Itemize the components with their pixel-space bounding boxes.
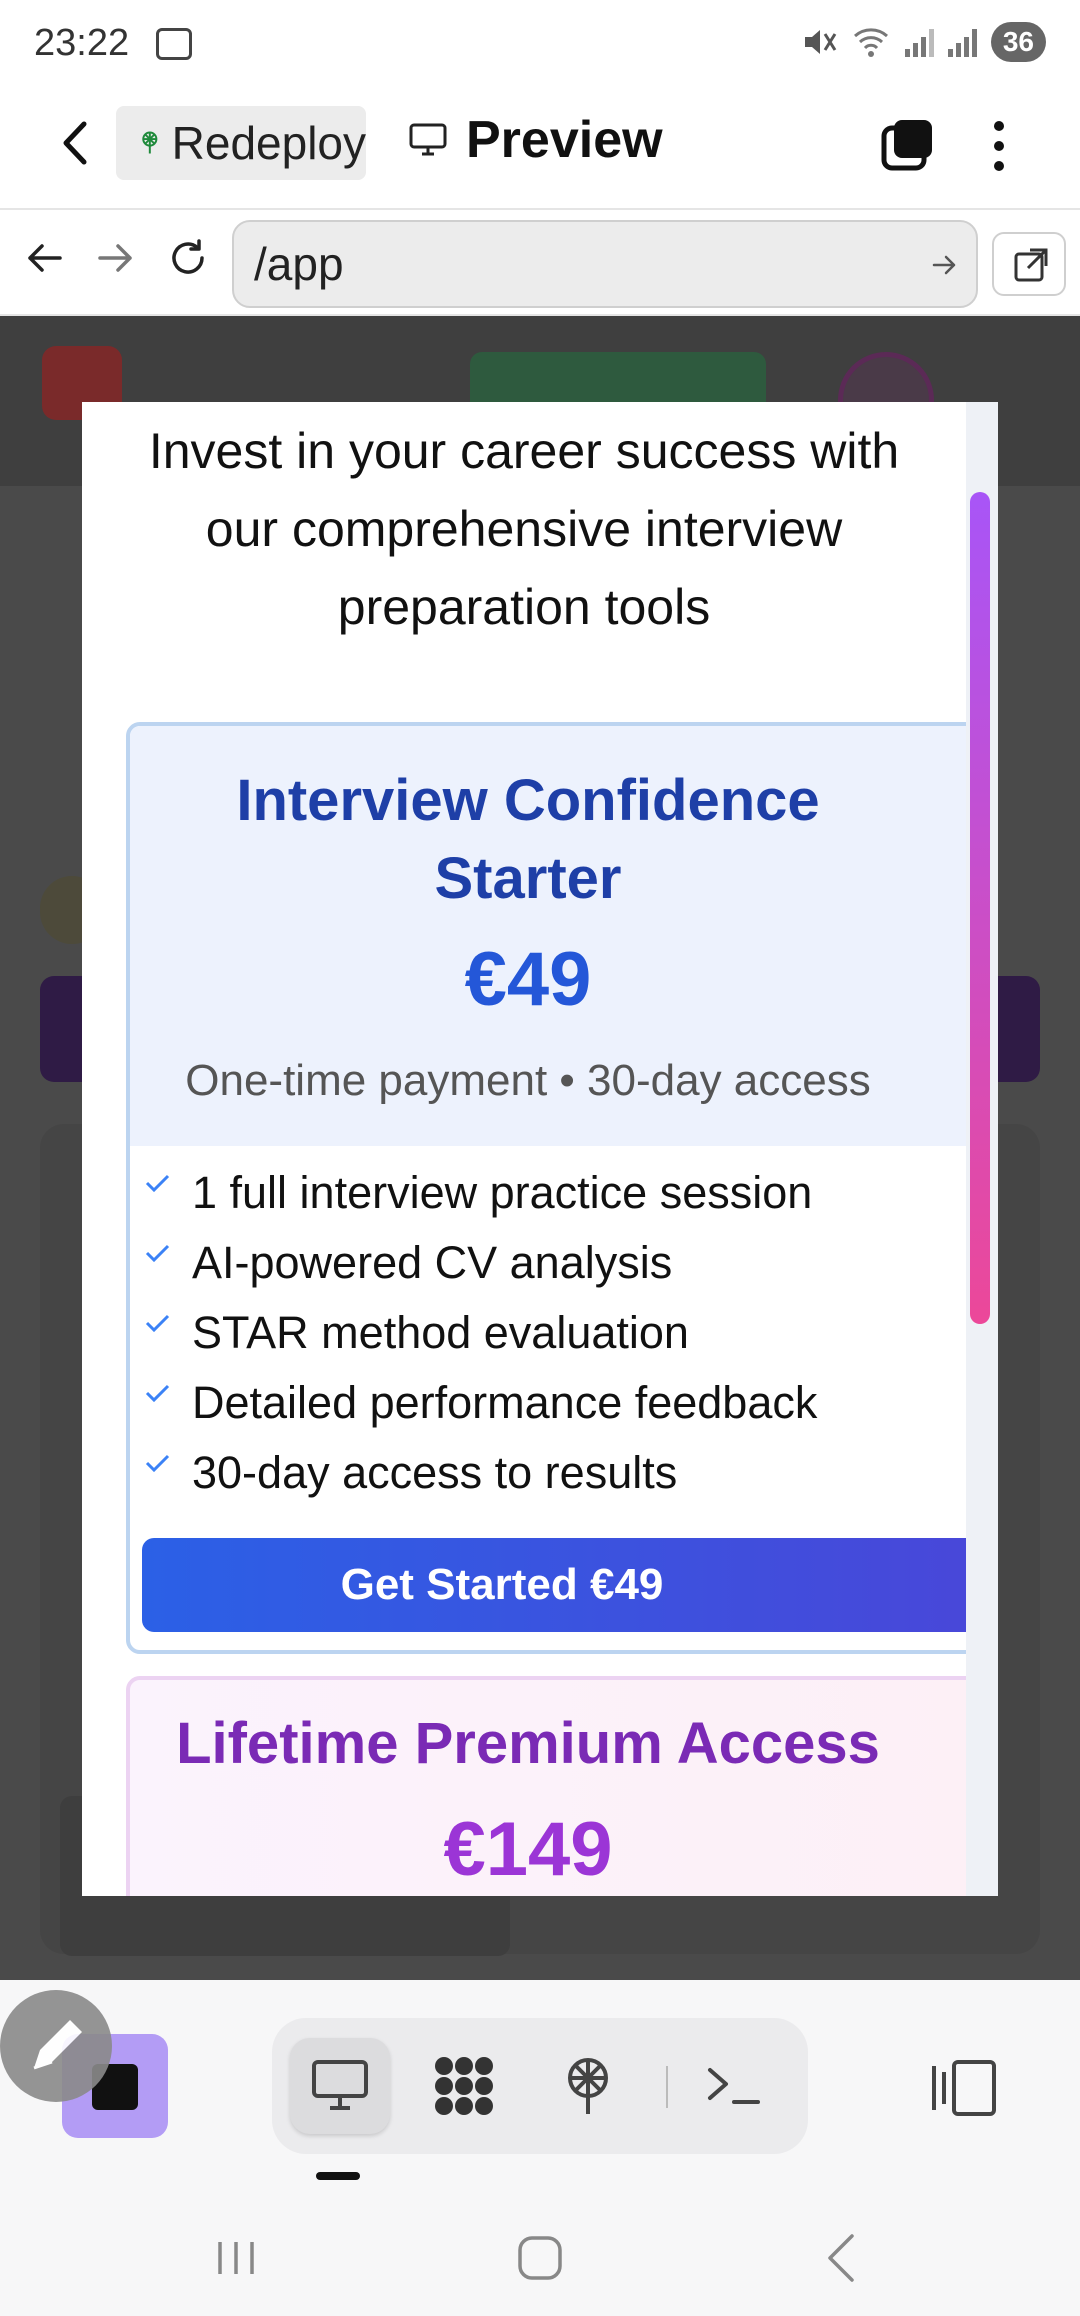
android-nav-bar (0, 2200, 1080, 2316)
go-arrow-icon[interactable] (930, 250, 960, 280)
list-item: Detailed performance feedback (130, 1368, 966, 1438)
feature-text: AI-powered CV analysis (192, 1237, 673, 1288)
terminal-icon (708, 2068, 760, 2104)
preview-view-button[interactable] (290, 2038, 390, 2134)
url-input[interactable] (232, 220, 978, 308)
preview-tab[interactable]: Preview (408, 110, 663, 170)
external-link-icon (1014, 248, 1048, 282)
reload-icon[interactable] (166, 236, 210, 280)
modal-scroll-content[interactable]: Invest in your career success with our c… (82, 402, 966, 1896)
status-bar: 23:22 36 (0, 0, 1080, 80)
intro-line: our comprehensive interview (205, 501, 843, 557)
list-item: 30-day access to results (130, 1438, 966, 1508)
deploy-tree-icon (568, 2058, 608, 2114)
starter-plan-title-line: Starter (434, 846, 622, 911)
screen-record-icon (156, 28, 192, 60)
modal-intro-text: Invest in your career success with our c… (82, 412, 966, 646)
status-indicators: 36 (801, 22, 1046, 62)
open-external-button[interactable] (992, 232, 1066, 296)
lifetime-plan-price: €149 (443, 1807, 613, 1892)
intro-line: preparation tools (337, 579, 711, 635)
pencil-icon (33, 2020, 82, 2070)
intro-line: Invest in your career success with (148, 423, 900, 479)
wifi-icon (853, 28, 888, 57)
view-switcher (272, 2018, 808, 2154)
starter-feature-list: 1 full interview practice session AI-pow… (130, 1158, 966, 1508)
pricing-modal: Invest in your career success with our c… (82, 402, 998, 1896)
status-time: 23:22 (34, 22, 130, 64)
feature-text: 1 full interview practice session (192, 1167, 813, 1218)
mute-icon (804, 30, 837, 54)
cta-label: Get Started €49 (340, 1560, 664, 1609)
monitor-icon (312, 2060, 368, 2110)
active-view-indicator (316, 2172, 360, 2180)
preview-label: Preview (466, 111, 663, 169)
back-icon[interactable] (812, 2228, 872, 2288)
arrow-right-icon[interactable] (94, 236, 138, 280)
lifetime-plan-title: Lifetime Premium Access (176, 1711, 880, 1776)
chevron-left-icon[interactable] (52, 118, 100, 168)
app-header: Redeploy Preview (0, 80, 1080, 210)
get-started-starter-button[interactable]: Get Started €49 (142, 1538, 966, 1632)
check-icon (145, 1174, 170, 1193)
network-view-button[interactable] (414, 2038, 514, 2134)
deploy-tree-icon (142, 131, 158, 154)
deploy-view-button[interactable] (538, 2038, 638, 2134)
lifetime-plan-card: Lifetime Premium Access €149 (126, 1676, 966, 1896)
project-chip-label: Redeploy (171, 117, 366, 169)
signal-icon-2 (947, 27, 977, 57)
check-icon (145, 1244, 170, 1263)
check-icon (145, 1384, 170, 1403)
check-icon (145, 1314, 170, 1333)
split-view-icon[interactable] (928, 2056, 1000, 2120)
url-row (0, 210, 1080, 316)
starter-plan-card: Interview Confidence Starter €49 One-tim… (126, 722, 966, 1654)
network-grid-icon (435, 2057, 493, 2115)
feature-text: Detailed performance feedback (192, 1377, 818, 1428)
modal-scrollbar-thumb[interactable] (970, 492, 990, 1324)
signal-icon (904, 27, 934, 57)
list-item: STAR method evaluation (130, 1298, 966, 1368)
starter-plan-header: Interview Confidence Starter €49 One-tim… (130, 726, 966, 1146)
edit-fab[interactable] (0, 1990, 112, 2102)
recent-apps-icon[interactable] (206, 2228, 266, 2288)
feature-text: 30-day access to results (192, 1447, 678, 1498)
home-icon[interactable] (510, 2228, 570, 2288)
feature-text: STAR method evaluation (192, 1307, 689, 1358)
starter-plan-title-line: Interview Confidence (236, 768, 820, 833)
starter-plan-subtitle: One-time payment • 30-day access (185, 1056, 871, 1105)
arrow-left-icon[interactable] (22, 236, 66, 280)
toolbar-separator (666, 2066, 668, 2108)
console-view-button[interactable] (684, 2038, 784, 2134)
check-icon (145, 1454, 170, 1473)
battery-badge: 36 (990, 22, 1046, 62)
project-chip[interactable]: Redeploy (116, 106, 366, 180)
list-item: AI-powered CV analysis (130, 1228, 966, 1298)
tabs-icon[interactable] (880, 116, 936, 172)
starter-plan-price: €49 (464, 937, 592, 1022)
list-item: 1 full interview practice session (130, 1158, 966, 1228)
starter-plan-title: Interview Confidence Starter (130, 762, 966, 918)
monitor-icon (409, 123, 447, 156)
more-options-icon[interactable] (984, 116, 1014, 176)
